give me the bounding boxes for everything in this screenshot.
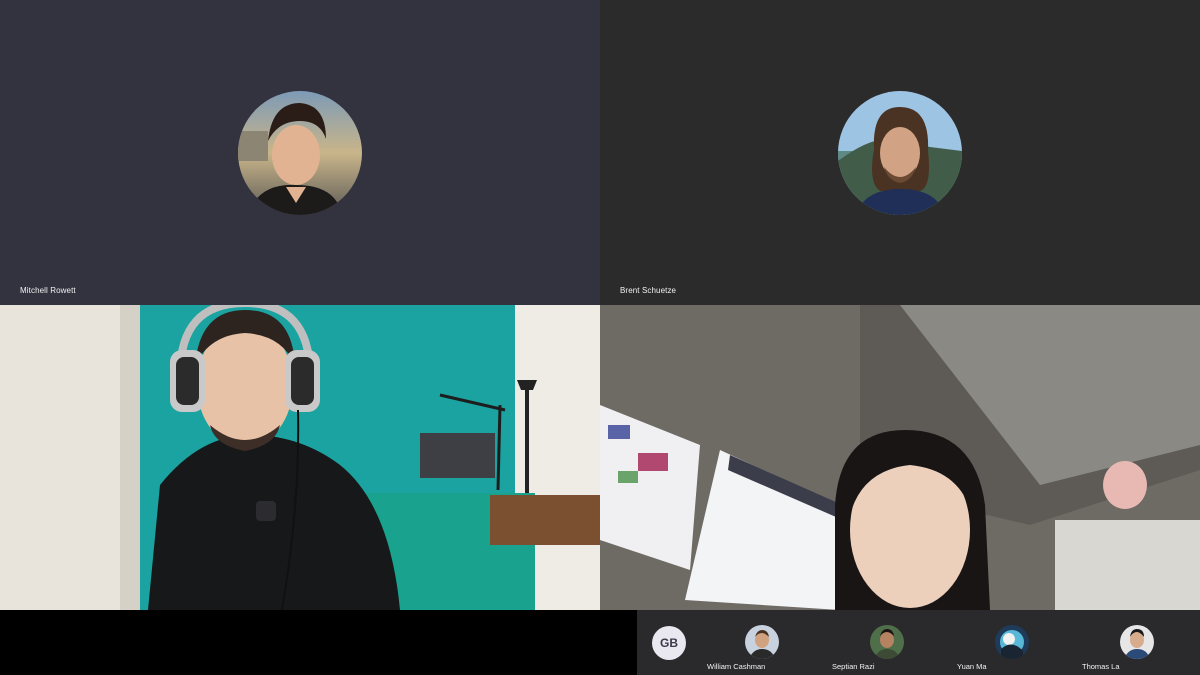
avatar	[238, 91, 362, 215]
participant-name-label: Yuan Ma	[957, 662, 987, 671]
avatar	[1120, 625, 1154, 659]
avatar	[870, 625, 904, 659]
strip-participant-william[interactable]: William Cashman	[700, 610, 825, 675]
strip-participant-septian[interactable]: Septian Razi	[825, 610, 950, 675]
participant-name-label: Brent Schuetze	[620, 286, 677, 295]
avatar	[995, 625, 1029, 659]
avatar	[838, 91, 962, 215]
participant-tile-brent[interactable]: Brent Schuetze	[600, 0, 1200, 305]
participant-name-label: Thomas La	[1082, 662, 1120, 671]
participant-name-label: Septian Razi	[832, 662, 875, 671]
video-feed-participant-4[interactable]	[600, 305, 1200, 610]
video-frame	[600, 305, 1200, 610]
strip-participant-thomas[interactable]: Thomas La	[1075, 610, 1200, 675]
self-tile[interactable]: GB	[637, 610, 700, 675]
video-frame	[0, 305, 600, 610]
participant-strip: GB William Cashman Septian Razi Yuan Ma …	[0, 610, 1200, 675]
avatar	[745, 625, 779, 659]
participant-tile-mitchell[interactable]: Mitchell Rowett	[0, 0, 600, 305]
participant-name-label: Mitchell Rowett	[20, 286, 76, 295]
participant-name-label: William Cashman	[707, 662, 766, 671]
strip-participant-yuan[interactable]: Yuan Ma	[950, 610, 1075, 675]
self-avatar-initials: GB	[652, 626, 686, 660]
video-feed-participant-3[interactable]	[0, 305, 600, 610]
